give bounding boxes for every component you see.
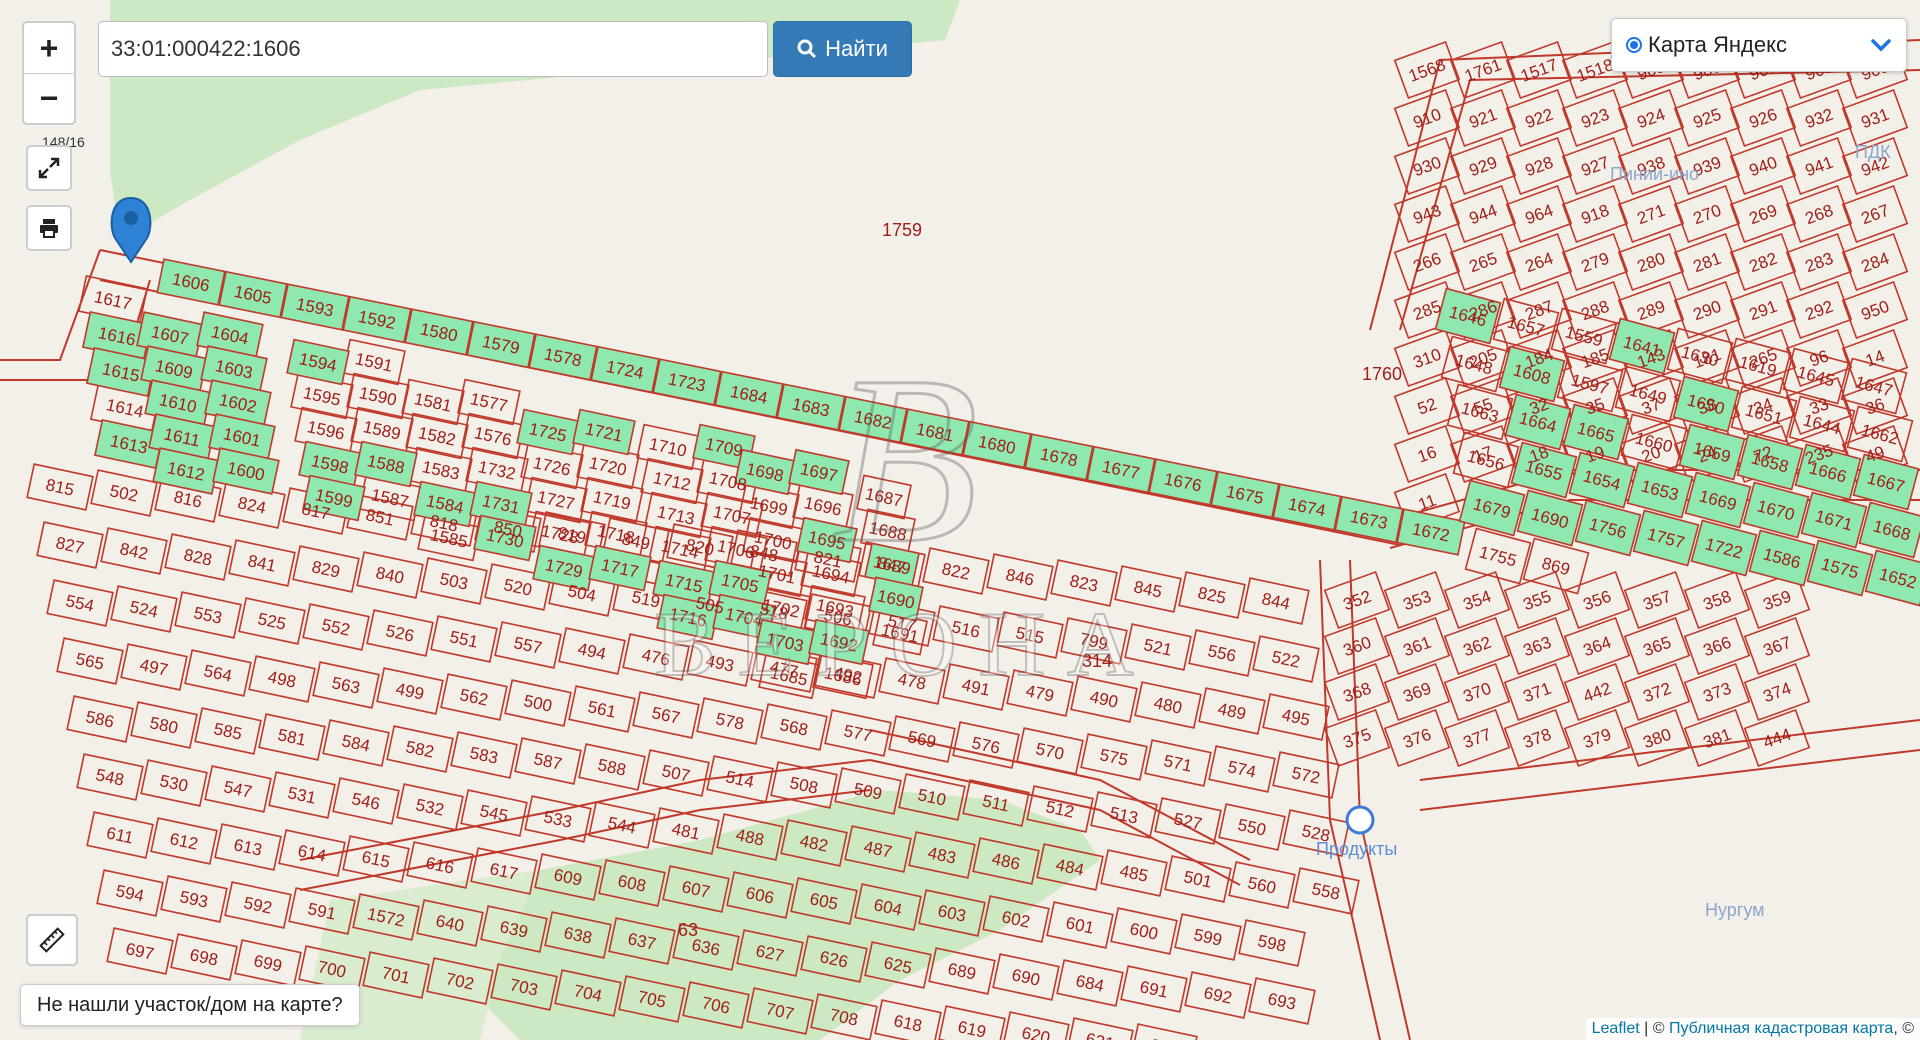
search-icon [797, 39, 817, 59]
zoom-out-button[interactable]: − [24, 73, 74, 123]
place-label-pinii: Пинии-ино [1610, 164, 1699, 184]
attribution-suffix: , © [1893, 1020, 1914, 1037]
print-button[interactable] [26, 205, 72, 251]
radio-selected-icon [1626, 37, 1642, 53]
not-found-button[interactable]: Не нашли участок/дом на карте? [20, 984, 360, 1026]
zoom-control: + − [22, 21, 76, 125]
ruler-icon [39, 927, 65, 953]
search-button-label: Найти [825, 36, 888, 61]
cadastral-search-input[interactable] [98, 21, 768, 77]
zoom-in-button[interactable]: + [24, 23, 74, 73]
search-button[interactable]: Найти [773, 21, 912, 77]
shop-marker-icon[interactable] [1345, 805, 1375, 835]
cadastral-map[interactable]: 1606 1605 1593 1592 1580 1579 1578 1724 1723 1684… [0, 0, 1920, 1040]
layer-select[interactable]: Карта Яндекс [1611, 18, 1907, 72]
chevron-down-icon [1871, 39, 1891, 52]
label-1759: 1759 [882, 220, 922, 240]
cadastral-map-link[interactable]: Публичная кадастровая карта [1669, 1020, 1893, 1037]
fullscreen-button[interactable] [26, 145, 72, 191]
place-label-nurgum: Нургум [1705, 900, 1765, 920]
leaflet-link[interactable]: Leaflet [1592, 1020, 1640, 1037]
expand-icon [38, 157, 60, 179]
printer-icon [40, 219, 58, 238]
attribution-separator: | © [1639, 1020, 1669, 1037]
watermark-text: ВЕРОНА [654, 593, 1155, 695]
place-label-shop: Продукты [1316, 839, 1397, 859]
layer-select-value: Карта Яндекс [1648, 32, 1787, 57]
place-label-pdk: ПДК [1855, 142, 1891, 162]
label-1760: 1760 [1362, 364, 1402, 384]
watermark-monogram: В [832, 326, 979, 592]
label-63: 63 [678, 920, 698, 940]
measure-button[interactable] [26, 914, 78, 966]
map-attribution: Leaflet | © Публичная кадастровая карта,… [1585, 1018, 1920, 1040]
